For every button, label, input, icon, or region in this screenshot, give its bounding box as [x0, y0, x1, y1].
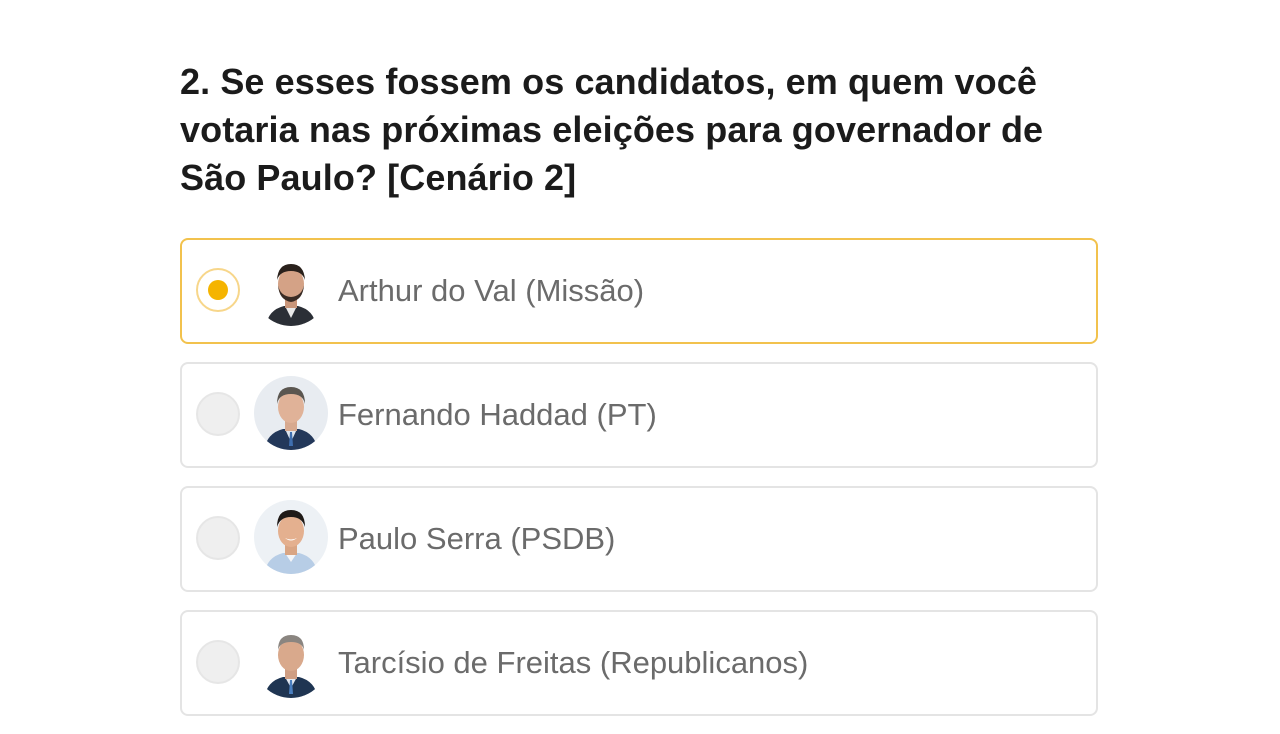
candidate-avatar	[254, 624, 328, 698]
option-label: Fernando Haddad (PT)	[338, 397, 657, 432]
option-paulo-serra[interactable]: Paulo Serra (PSDB)	[180, 486, 1098, 592]
candidate-avatar	[254, 500, 328, 574]
option-label: Paulo Serra (PSDB)	[338, 521, 616, 556]
option-label: Arthur do Val (Missão)	[338, 273, 645, 308]
radio-button[interactable]	[196, 640, 240, 684]
radio-button[interactable]	[196, 268, 240, 312]
option-label: Tarcísio de Freitas (Republicanos)	[338, 645, 809, 680]
option-tarcisio-de-freitas[interactable]: Tarcísio de Freitas (Republicanos)	[180, 610, 1098, 716]
radio-button[interactable]	[196, 516, 240, 560]
radio-button[interactable]	[196, 392, 240, 436]
option-fernando-haddad[interactable]: Fernando Haddad (PT)	[180, 362, 1098, 468]
radio-selected-dot	[208, 280, 228, 300]
options-list: Arthur do Val (Missão) Fernando Haddad (…	[180, 238, 1098, 734]
option-arthur-do-val[interactable]: Arthur do Val (Missão)	[180, 238, 1098, 344]
question-title: 2. Se esses fossem os candidatos, em que…	[180, 61, 1044, 198]
candidate-avatar	[254, 252, 328, 326]
candidate-avatar	[254, 376, 328, 450]
survey-question-block: 2. Se esses fossem os candidatos, em que…	[180, 58, 1098, 716]
